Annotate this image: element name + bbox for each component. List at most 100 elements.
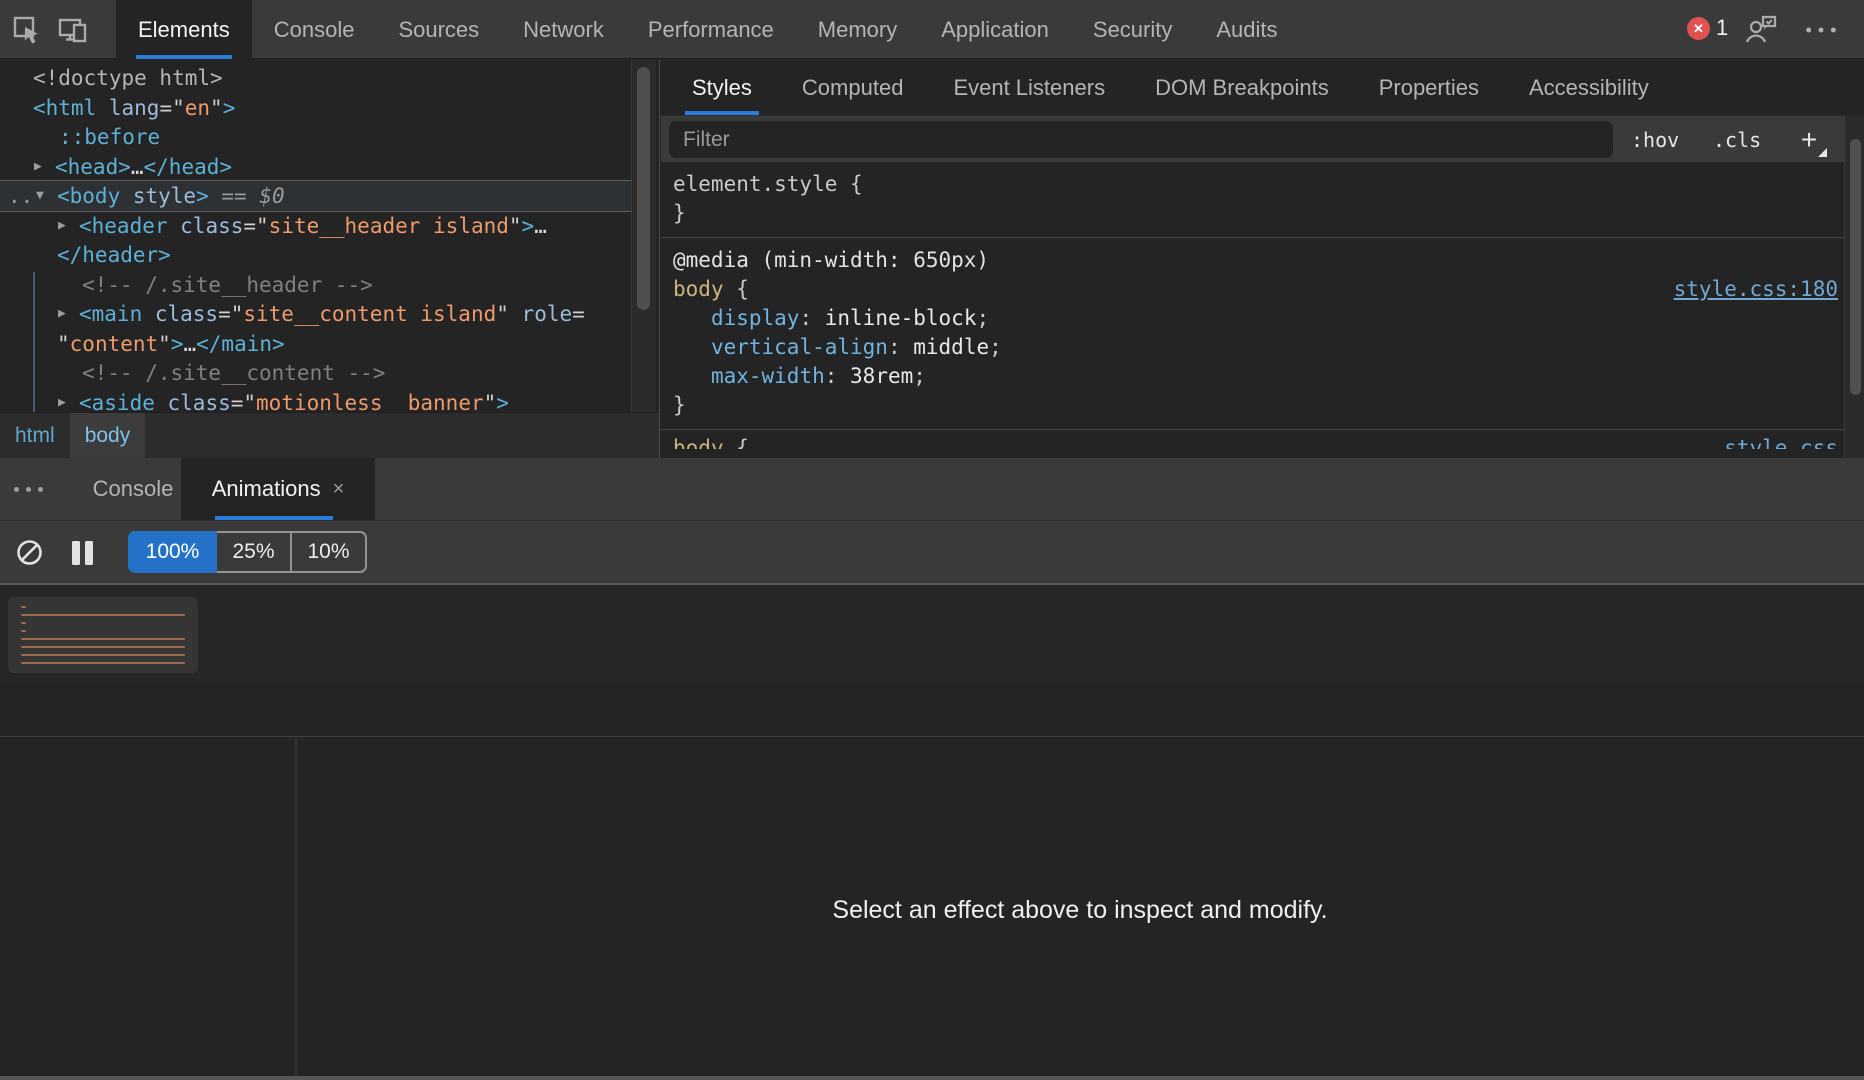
property-name: max-width bbox=[711, 364, 825, 388]
animation-preview-strip bbox=[0, 587, 1864, 683]
new-style-rule-button[interactable]: + bbox=[1789, 116, 1829, 163]
tree-row[interactable]: <html lang="en"> bbox=[0, 93, 632, 123]
css-declaration[interactable]: display: inline-block; bbox=[673, 304, 1864, 333]
tree-row[interactable]: ▶<main class="site__content island" role… bbox=[0, 299, 632, 329]
tab-audits[interactable]: Audits bbox=[1194, 0, 1299, 59]
dom-breadcrumb: htmlbody bbox=[0, 412, 660, 458]
error-badge-icon[interactable]: ✕ bbox=[1687, 17, 1710, 40]
error-count: 1 bbox=[1716, 15, 1728, 41]
styles-toolbar: :hov .cls + bbox=[661, 115, 1864, 162]
styles-scrollbar-thumb[interactable] bbox=[1850, 139, 1861, 395]
overflow-dots: .. bbox=[8, 181, 33, 211]
speed-button-25[interactable]: 25% bbox=[217, 531, 292, 573]
speed-button-100[interactable]: 100% bbox=[128, 531, 217, 573]
more-tabs-icon[interactable] bbox=[14, 487, 43, 492]
tree-row[interactable]: <!doctype html> bbox=[0, 63, 632, 93]
property-name: vertical-align bbox=[711, 335, 888, 359]
animation-bar bbox=[21, 630, 26, 632]
animations-toolbar: 100%25%10% bbox=[0, 520, 1864, 585]
animation-bar bbox=[21, 646, 185, 648]
tab-console[interactable]: Console bbox=[252, 0, 377, 59]
tab-memory[interactable]: Memory bbox=[796, 0, 919, 59]
media-query: @media (min-width: 650px) bbox=[673, 246, 1864, 275]
tab-application[interactable]: Application bbox=[919, 0, 1071, 59]
property-name: display bbox=[711, 306, 800, 330]
rule-close-brace: } bbox=[673, 391, 1864, 420]
tree-row[interactable]: <!-- /.site__header --> bbox=[0, 270, 632, 300]
tab-security[interactable]: Security bbox=[1071, 0, 1194, 59]
stylesheet-link[interactable]: style.css:180 bbox=[1674, 275, 1838, 304]
elements-scrollbar-thumb[interactable] bbox=[637, 67, 650, 310]
pause-icon[interactable] bbox=[66, 521, 98, 584]
tab-accessibility[interactable]: Accessibility bbox=[1504, 60, 1674, 115]
drawer-tab-animations[interactable]: Animations × bbox=[181, 458, 375, 520]
rule-selector-line: element.style { bbox=[673, 170, 1864, 199]
tree-row[interactable]: "content">…</main> bbox=[0, 329, 632, 359]
property-value: middle bbox=[913, 335, 989, 359]
clipped-css-rule: body {style.css bbox=[661, 430, 1864, 449]
playback-rate-group: 100%25%10% bbox=[128, 531, 367, 573]
animation-preview-thumbnail[interactable] bbox=[8, 597, 198, 673]
animation-bar bbox=[21, 606, 26, 608]
tab-sources[interactable]: Sources bbox=[376, 0, 501, 59]
empty-state-message: Select an effect above to inspect and mo… bbox=[296, 896, 1864, 925]
drawer-tab-console[interactable]: Console bbox=[90, 458, 176, 520]
tab-performance[interactable]: Performance bbox=[626, 0, 796, 59]
elements-panel: <!doctype html><html lang="en">::before▶… bbox=[0, 60, 660, 458]
dom-tree: <!doctype html><html lang="en">::before▶… bbox=[0, 60, 659, 458]
sidebar-tabs: StylesComputedEvent ListenersDOM Breakpo… bbox=[667, 60, 1674, 115]
tab-styles[interactable]: Styles bbox=[667, 60, 777, 115]
tree-row[interactable]: ▶<head>…</head> bbox=[0, 152, 632, 182]
window-bottom-edge bbox=[0, 1076, 1864, 1080]
devtools-toolbar: ElementsConsoleSourcesNetworkPerformance… bbox=[0, 0, 1864, 59]
tab-properties[interactable]: Properties bbox=[1354, 60, 1504, 115]
inspect-icon[interactable] bbox=[8, 11, 46, 49]
collapse-arrow-icon[interactable]: ▼ bbox=[36, 181, 44, 211]
tree-row[interactable]: <!-- /.site__content --> bbox=[0, 358, 632, 388]
css-declaration[interactable]: max-width: 38rem; bbox=[673, 362, 1864, 391]
tab-computed[interactable]: Computed bbox=[777, 60, 929, 115]
css-rule[interactable]: element.style {} bbox=[661, 162, 1864, 237]
device-toolbar-icon[interactable] bbox=[54, 11, 92, 49]
timeline-body: Select an effect above to inspect and mo… bbox=[0, 738, 1864, 1076]
tree-row[interactable]: </header> bbox=[0, 240, 632, 270]
tree-row[interactable]: ▶<header class="site__header island">… bbox=[0, 211, 632, 241]
tree-row[interactable]: ::before bbox=[0, 122, 632, 152]
animation-bar bbox=[21, 654, 185, 656]
animation-bar bbox=[21, 638, 185, 640]
drawer-tab-label: Animations bbox=[212, 476, 321, 502]
rule-selector[interactable]: body bbox=[673, 277, 724, 301]
tab-elements[interactable]: Elements bbox=[116, 0, 252, 59]
toggle-pseudo-button[interactable]: :hov bbox=[1631, 116, 1679, 163]
styles-filter-input[interactable] bbox=[669, 121, 1613, 158]
panel-tabs: ElementsConsoleSourcesNetworkPerformance… bbox=[116, 0, 1300, 59]
property-value: inline-block bbox=[825, 306, 977, 330]
tab-dom-breakpoints[interactable]: DOM Breakpoints bbox=[1130, 60, 1354, 115]
speed-button-10[interactable]: 10% bbox=[292, 531, 367, 573]
styles-panel: StylesComputedEvent ListenersDOM Breakpo… bbox=[661, 60, 1864, 458]
rule-selector-line: body {style.css bbox=[673, 434, 1864, 449]
devtools-window: ElementsConsoleSourcesNetworkPerformance… bbox=[0, 0, 1864, 1080]
tab-network[interactable]: Network bbox=[501, 0, 626, 59]
animation-bar bbox=[21, 662, 185, 664]
tree-row[interactable]: ..▼<body style> == $0 bbox=[0, 181, 632, 211]
breadcrumb-html[interactable]: html bbox=[0, 413, 70, 458]
clear-icon[interactable] bbox=[14, 521, 44, 584]
close-animations-tab-icon[interactable]: × bbox=[333, 478, 345, 501]
animation-bar bbox=[21, 622, 26, 624]
styles-scrollbar[interactable] bbox=[1844, 115, 1864, 458]
rule-selector[interactable]: element.style bbox=[673, 172, 837, 196]
rule-close-brace: } bbox=[673, 199, 1864, 228]
toggle-class-button[interactable]: .cls bbox=[1713, 116, 1761, 163]
more-menu-icon[interactable] bbox=[1802, 11, 1840, 49]
elements-scrollbar[interactable] bbox=[631, 60, 656, 412]
expand-arrow-icon[interactable]: ▶ bbox=[58, 299, 66, 329]
expand-arrow-icon[interactable]: ▶ bbox=[34, 152, 42, 182]
stylesheet-link[interactable]: style.css bbox=[1724, 434, 1838, 449]
css-rule[interactable]: @media (min-width: 650px)body {style.css… bbox=[661, 238, 1864, 429]
breadcrumb-body[interactable]: body bbox=[70, 413, 146, 458]
expand-arrow-icon[interactable]: ▶ bbox=[58, 211, 66, 241]
person-feedback-icon[interactable] bbox=[1742, 11, 1780, 49]
css-declaration[interactable]: vertical-align: middle; bbox=[673, 333, 1864, 362]
tab-event-listeners[interactable]: Event Listeners bbox=[928, 60, 1130, 115]
